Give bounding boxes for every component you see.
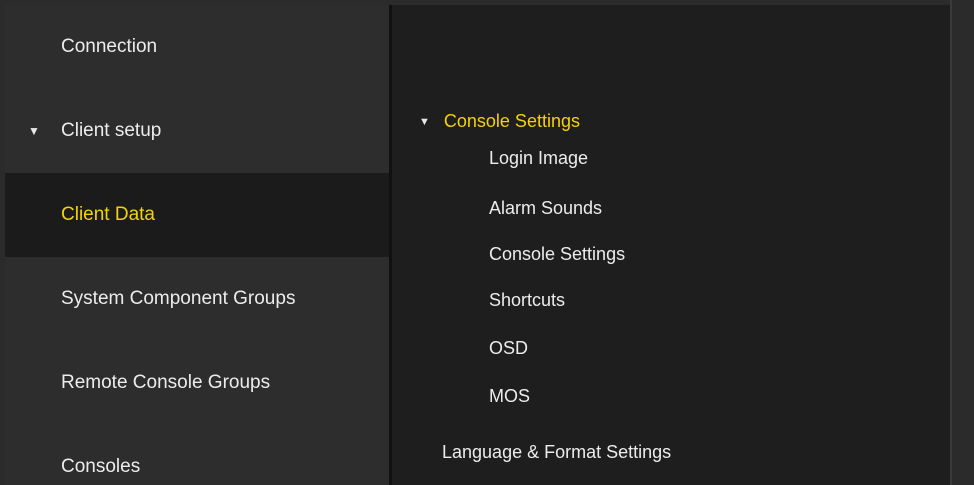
tree-item-label: Alarm Sounds	[489, 198, 603, 218]
sidebar-item-client-setup[interactable]: ▼ Client setup	[5, 89, 389, 173]
tree-group-console-settings[interactable]: ▼ Console Settings	[419, 111, 580, 132]
tree-item-alarm-sounds[interactable]: Alarm Sounds	[489, 198, 602, 219]
client-settings-window: Connection ▼ Client setup Client Data Sy…	[0, 0, 974, 485]
sidebar-item-client-data[interactable]: Client Data	[5, 173, 389, 257]
window-edge	[950, 0, 974, 485]
sidebar-item-connection[interactable]: Connection	[5, 5, 389, 89]
tree-item-label: Shortcuts	[489, 290, 566, 310]
tree-item-osd[interactable]: OSD	[489, 338, 528, 359]
sidebar-item-remote-console-groups[interactable]: Remote Console Groups	[5, 341, 389, 425]
tree-item-label: Login Image	[489, 148, 589, 168]
sidebar-item-consoles[interactable]: Consoles	[5, 425, 389, 485]
tree-item-label: MOS	[489, 386, 531, 406]
sidebar-item-label: Remote Console Groups	[61, 372, 271, 393]
sidebar-item-label: Consoles	[61, 456, 141, 477]
tree-item-label: OSD	[489, 338, 529, 358]
settings-tree-pane: ▼ Console Settings Login Image Alarm Soun…	[392, 5, 950, 485]
tree-item-shortcuts[interactable]: Shortcuts	[489, 290, 565, 311]
tree-group-label: Console Settings	[443, 111, 580, 131]
expand-caret-icon[interactable]: ▼	[28, 124, 40, 138]
tree-item-label: Language & Format Settings	[442, 442, 672, 462]
tree-item-language-format-settings[interactable]: Language & Format Settings	[442, 442, 671, 463]
sidebar-item-label: Client Data	[61, 204, 155, 225]
tree-item-login-image[interactable]: Login Image	[489, 148, 588, 169]
tree-item-label: Console Settings	[489, 244, 626, 264]
sidebar-item-label: Client setup	[61, 120, 162, 141]
tree-item-mos[interactable]: MOS	[489, 386, 530, 407]
sidebar: Connection ▼ Client setup Client Data Sy…	[5, 5, 389, 485]
sidebar-item-system-component-groups[interactable]: System Component Groups	[5, 257, 389, 341]
expand-caret-icon[interactable]: ▼	[419, 116, 430, 128]
sidebar-item-label: System Component Groups	[61, 288, 296, 309]
sidebar-item-label: Connection	[61, 36, 158, 57]
edge-divider	[950, 0, 952, 485]
tree-item-console-settings[interactable]: Console Settings	[489, 244, 625, 265]
